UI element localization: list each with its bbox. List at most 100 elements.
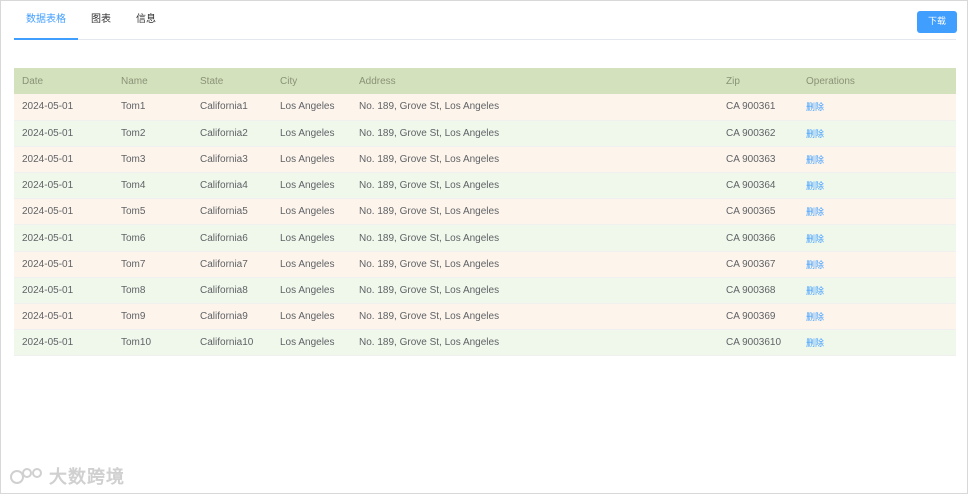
delete-link[interactable]: 删除	[806, 182, 824, 192]
table-row: 2024-05-01 Tom6 California6 Los Angeles No. …	[14, 224, 956, 252]
delete-link[interactable]: 删除	[806, 287, 824, 297]
table-row: 2024-05-01 Tom8 California8 Los Angeles No. …	[14, 277, 956, 305]
cell-zip: CA 900363	[718, 146, 798, 174]
cell-city: Los Angeles	[272, 251, 351, 278]
download-button[interactable]: 下载	[917, 11, 957, 33]
cell-address: No. 189, Grove St, Los Angeles	[351, 198, 718, 226]
column-header-city: City	[272, 68, 351, 94]
cell-city: Los Angeles	[272, 329, 351, 357]
cell-zip: CA 9003610	[718, 329, 798, 357]
cell-operations: 删除	[798, 198, 956, 226]
delete-link[interactable]: 删除	[806, 261, 824, 271]
cell-zip: CA 900365	[718, 198, 798, 226]
cell-city: Los Angeles	[272, 120, 351, 147]
cell-operations: 删除	[798, 251, 956, 278]
delete-link[interactable]: 删除	[806, 130, 824, 140]
delete-link[interactable]: 删除	[806, 235, 824, 245]
tab-bar: 数据表格 图表 信息	[14, 1, 956, 40]
cell-state: California10	[192, 329, 272, 357]
cell-city: Los Angeles	[272, 94, 351, 121]
cell-city: Los Angeles	[272, 277, 351, 305]
cell-state: California6	[192, 224, 272, 252]
cell-date: 2024-05-01	[14, 146, 113, 174]
cell-zip: CA 900367	[718, 251, 798, 278]
tab-data-table[interactable]: 数据表格	[14, 1, 78, 40]
cell-name: Tom7	[113, 251, 192, 278]
cell-zip: CA 900362	[718, 120, 798, 147]
cell-operations: 删除	[798, 303, 956, 331]
cell-date: 2024-05-01	[14, 172, 113, 200]
cell-operations: 删除	[798, 329, 956, 357]
cell-city: Los Angeles	[272, 303, 351, 331]
cell-name: Tom5	[113, 198, 192, 226]
cell-zip: CA 900361	[718, 94, 798, 121]
cell-city: Los Angeles	[272, 172, 351, 200]
delete-link[interactable]: 删除	[806, 339, 824, 349]
cell-name: Tom9	[113, 303, 192, 331]
delete-link[interactable]: 删除	[806, 103, 824, 113]
cell-address: No. 189, Grove St, Los Angeles	[351, 94, 718, 121]
cell-zip: CA 900366	[718, 224, 798, 252]
cell-state: California8	[192, 277, 272, 305]
table-row: 2024-05-01 Tom1 California1 Los Angeles No. …	[14, 94, 956, 121]
table-row: 2024-05-01 Tom9 California9 Los Angeles No. …	[14, 303, 956, 331]
cell-name: Tom8	[113, 277, 192, 305]
table-header-row: Date Name State City Address Zip Operati…	[14, 68, 956, 94]
cell-address: No. 189, Grove St, Los Angeles	[351, 172, 718, 200]
cell-name: Tom4	[113, 172, 192, 200]
cell-zip: CA 900369	[718, 303, 798, 331]
cell-zip: CA 900364	[718, 172, 798, 200]
watermark-text: 大数跨境	[49, 467, 125, 488]
cell-operations: 删除	[798, 94, 956, 121]
cell-state: California2	[192, 120, 272, 147]
cell-name: Tom1	[113, 94, 192, 121]
cell-date: 2024-05-01	[14, 120, 113, 147]
cell-date: 2024-05-01	[14, 277, 113, 305]
cell-name: Tom2	[113, 120, 192, 147]
cell-name: Tom10	[113, 329, 192, 357]
cell-zip: CA 900368	[718, 277, 798, 305]
cell-city: Los Angeles	[272, 146, 351, 174]
table-row: 2024-05-01 Tom3 California3 Los Angeles No. …	[14, 146, 956, 174]
cell-date: 2024-05-01	[14, 94, 113, 121]
cell-date: 2024-05-01	[14, 251, 113, 278]
cell-state: California5	[192, 198, 272, 226]
tab-chart[interactable]: 图表	[91, 1, 111, 40]
table-body: 2024-05-01 Tom1 California1 Los Angeles No. …	[14, 94, 956, 357]
watermark-logo-icon	[10, 468, 42, 484]
column-header-state: State	[192, 68, 272, 94]
delete-link[interactable]: 删除	[806, 208, 824, 218]
cell-city: Los Angeles	[272, 198, 351, 226]
table-row: 2024-05-01 Tom10 California10 Los Angeles No…	[14, 329, 956, 357]
column-header-date: Date	[14, 68, 113, 94]
delete-link[interactable]: 删除	[806, 313, 824, 323]
delete-link[interactable]: 删除	[806, 156, 824, 166]
cell-state: California7	[192, 251, 272, 278]
watermark: 大数跨境	[9, 464, 125, 488]
cell-operations: 删除	[798, 146, 956, 174]
cell-state: California1	[192, 94, 272, 121]
table-row: 2024-05-01 Tom5 California5 Los Angeles No. …	[14, 198, 956, 226]
cell-address: No. 189, Grove St, Los Angeles	[351, 303, 718, 331]
cell-address: No. 189, Grove St, Los Angeles	[351, 120, 718, 147]
tab-info[interactable]: 信息	[136, 1, 156, 40]
column-header-name: Name	[113, 68, 192, 94]
cell-operations: 删除	[798, 120, 956, 147]
column-header-operations: Operations	[798, 68, 956, 94]
cell-address: No. 189, Grove St, Los Angeles	[351, 251, 718, 278]
cell-date: 2024-05-01	[14, 329, 113, 357]
cell-name: Tom3	[113, 146, 192, 174]
column-header-zip: Zip	[718, 68, 798, 94]
cell-date: 2024-05-01	[14, 303, 113, 331]
table-row: 2024-05-01 Tom7 California7 Los Angeles No. …	[14, 251, 956, 278]
cell-operations: 删除	[798, 224, 956, 252]
cell-date: 2024-05-01	[14, 224, 113, 252]
cell-address: No. 189, Grove St, Los Angeles	[351, 329, 718, 357]
cell-operations: 删除	[798, 172, 956, 200]
cell-address: No. 189, Grove St, Los Angeles	[351, 277, 718, 305]
cell-address: No. 189, Grove St, Los Angeles	[351, 224, 718, 252]
column-header-address: Address	[351, 68, 718, 94]
cell-state: California9	[192, 303, 272, 331]
cell-state: California3	[192, 146, 272, 174]
cell-state: California4	[192, 172, 272, 200]
